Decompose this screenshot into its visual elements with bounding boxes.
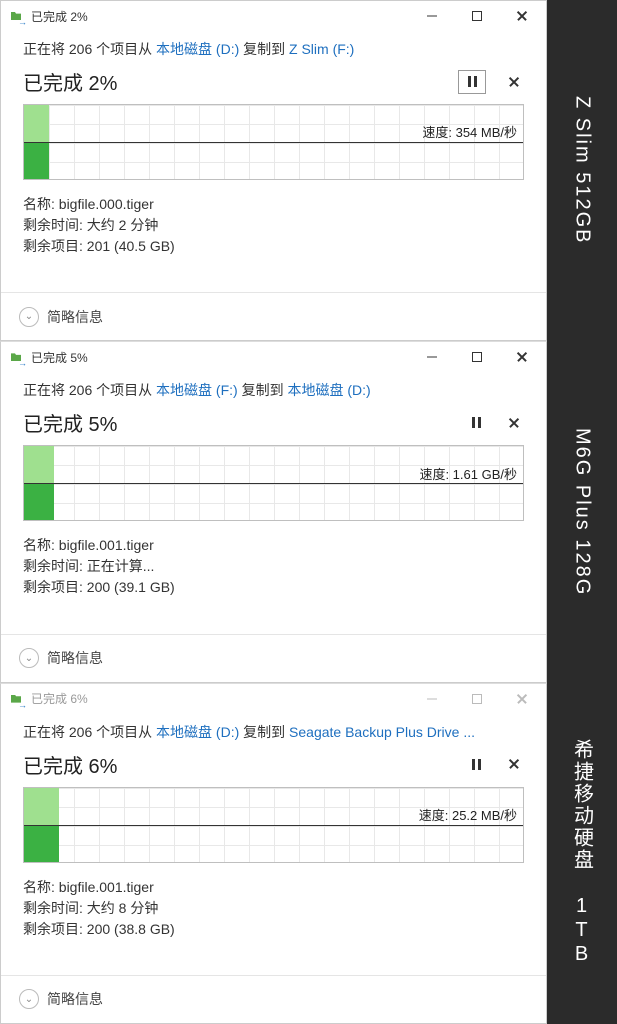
close-button[interactable]	[499, 342, 544, 372]
destination-link[interactable]: Z Slim (F:)	[289, 41, 354, 57]
cancel-button[interactable]	[504, 411, 524, 435]
file-name-row: 名称: bigfile.000.tiger	[23, 194, 524, 215]
progress-status: 已完成 6%	[23, 750, 117, 779]
maximize-button[interactable]	[454, 684, 499, 714]
titlebar[interactable]: 已完成 6%	[1, 684, 546, 714]
maximize-button[interactable]	[454, 1, 499, 31]
minimize-button[interactable]	[409, 342, 454, 372]
details-toggle[interactable]: ⌄ 简略信息	[1, 975, 546, 1023]
copy-icon	[9, 691, 25, 707]
time-remaining-row: 剩余时间: 正在计算...	[23, 556, 524, 577]
drive-label-2: 希捷移动硬盘 1TB	[547, 683, 617, 1024]
chevron-down-icon: ⌄	[19, 989, 39, 1009]
progress-status: 已完成 5%	[23, 408, 117, 437]
cancel-button[interactable]	[504, 752, 524, 776]
speed-label: 速度: 25.2 MB/秒	[417, 805, 519, 824]
details-toggle[interactable]: ⌄ 简略信息	[1, 292, 546, 340]
speed-chart: 速度: 354 MB/秒	[23, 104, 524, 180]
speed-chart: 速度: 25.2 MB/秒	[23, 787, 524, 863]
time-remaining-row: 剩余时间: 大约 2 分钟	[23, 215, 524, 236]
copy-dialog-1: 已完成 5% 正在将 206 个项目从 本地磁盘 (F:) 复制到 本地磁盘 (…	[0, 341, 547, 682]
source-link[interactable]: 本地磁盘 (D:)	[156, 41, 239, 57]
drive-label-0: Z Slim 512GB	[547, 0, 617, 341]
destination-link[interactable]: 本地磁盘 (D:)	[287, 382, 370, 398]
time-remaining-row: 剩余时间: 大约 8 分钟	[23, 898, 524, 919]
file-name-row: 名称: bigfile.001.tiger	[23, 535, 524, 556]
close-button[interactable]	[499, 1, 544, 31]
titlebar[interactable]: 已完成 5%	[1, 342, 546, 372]
minimize-button[interactable]	[409, 1, 454, 31]
pause-button[interactable]	[466, 411, 486, 435]
copy-description: 正在将 206 个项目从 本地磁盘 (D:) 复制到 Seagate Backu…	[23, 722, 524, 742]
pause-button[interactable]	[466, 752, 486, 776]
drive-label-1: M6G Plus 128G	[547, 341, 617, 682]
chevron-down-icon: ⌄	[19, 307, 39, 327]
copy-icon	[9, 349, 25, 365]
window-title: 已完成 6%	[31, 690, 88, 707]
chevron-down-icon: ⌄	[19, 648, 39, 668]
items-remaining-row: 剩余项目: 200 (39.1 GB)	[23, 577, 524, 598]
cancel-button[interactable]	[504, 70, 524, 94]
window-title: 已完成 5%	[31, 349, 88, 366]
copy-dialog-2: 已完成 6% 正在将 206 个项目从 本地磁盘 (D:) 复制到 Seagat…	[0, 683, 547, 1024]
source-link[interactable]: 本地磁盘 (D:)	[156, 724, 239, 740]
copy-description: 正在将 206 个项目从 本地磁盘 (F:) 复制到 本地磁盘 (D:)	[23, 380, 524, 400]
close-button[interactable]	[499, 684, 544, 714]
minimize-button[interactable]	[409, 684, 454, 714]
window-title: 已完成 2%	[31, 8, 88, 25]
progress-status: 已完成 2%	[23, 67, 117, 96]
details-toggle[interactable]: ⌄ 简略信息	[1, 634, 546, 682]
maximize-button[interactable]	[454, 342, 499, 372]
destination-link[interactable]: Seagate Backup Plus Drive ...	[289, 724, 475, 740]
speed-chart: 速度: 1.61 GB/秒	[23, 445, 524, 521]
pause-button[interactable]	[458, 70, 486, 94]
source-link[interactable]: 本地磁盘 (F:)	[156, 382, 238, 398]
file-name-row: 名称: bigfile.001.tiger	[23, 877, 524, 898]
titlebar[interactable]: 已完成 2%	[1, 1, 546, 31]
items-remaining-row: 剩余项目: 201 (40.5 GB)	[23, 236, 524, 257]
speed-label: 速度: 354 MB/秒	[420, 122, 519, 141]
speed-label: 速度: 1.61 GB/秒	[417, 464, 519, 483]
copy-icon	[9, 8, 25, 24]
items-remaining-row: 剩余项目: 200 (38.8 GB)	[23, 919, 524, 940]
copy-description: 正在将 206 个项目从 本地磁盘 (D:) 复制到 Z Slim (F:)	[23, 39, 524, 59]
copy-dialog-0: 已完成 2% 正在将 206 个项目从 本地磁盘 (D:) 复制到 Z Slim…	[0, 0, 547, 341]
